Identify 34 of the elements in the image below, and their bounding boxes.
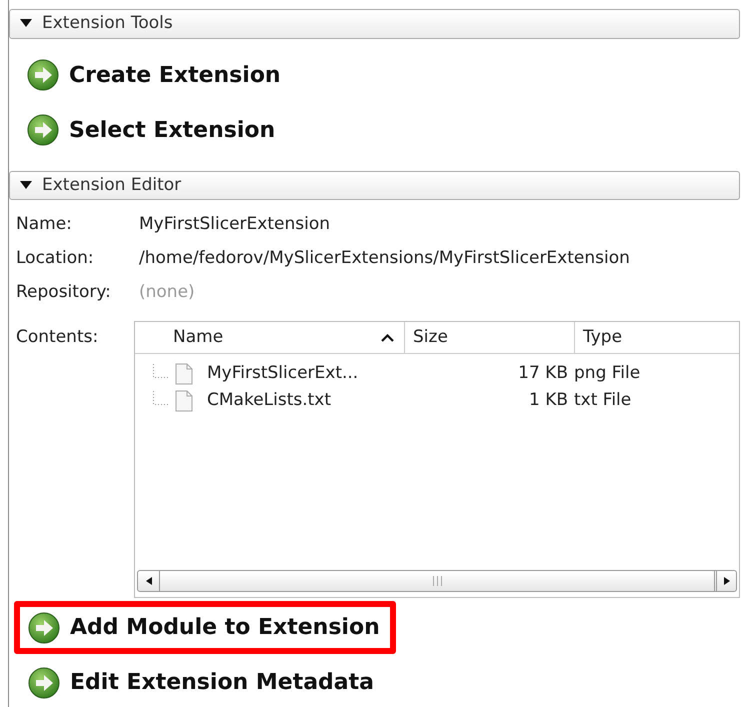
expand-icon xyxy=(20,19,32,28)
tree-line xyxy=(153,364,169,378)
file-name[interactable]: CMakeLists.txt xyxy=(207,388,332,414)
field-label: Repository: xyxy=(16,280,112,304)
action-button[interactable]: Edit Extension Metadata xyxy=(14,658,374,707)
file-icon xyxy=(175,362,193,384)
file-name[interactable]: MyFirstSlicerExt... xyxy=(207,360,358,386)
section-header[interactable]: Extension Editor xyxy=(9,170,740,200)
file-size: 1 KB xyxy=(528,388,568,412)
column-header[interactable]: Type xyxy=(574,322,739,353)
section-header[interactable]: Extension Tools xyxy=(9,9,740,38)
file-icon xyxy=(175,390,193,412)
field-label: Location: xyxy=(16,246,95,270)
field-value: /home/fedorov/MySlicerExtensions/MyFirstSlicerExtension xyxy=(139,246,630,270)
field-value: (none) xyxy=(139,280,195,304)
file-tree[interactable]: Name Size Type MyFirstSlicerExt... 17 KB png File CMakeLists.txt 1 KB txt File xyxy=(134,321,740,598)
field-label: Name: xyxy=(16,212,73,236)
file-type: png File xyxy=(574,362,640,383)
sort-icon xyxy=(381,334,394,342)
tree-line xyxy=(153,390,169,405)
file-type: txt File xyxy=(574,390,632,410)
action-button[interactable]: Add Module to Extension xyxy=(14,601,396,654)
scroll-grip-icon xyxy=(432,576,442,586)
column-header[interactable]: Size xyxy=(404,322,574,353)
field-value: MyFirstSlicerExtension xyxy=(139,212,330,236)
scroll-right-icon[interactable] xyxy=(724,577,730,585)
file-size: 17 KB xyxy=(518,362,568,385)
scroll-left-icon[interactable] xyxy=(146,577,152,585)
action-button[interactable]: Select Extension xyxy=(13,106,276,154)
expand-icon xyxy=(20,180,32,190)
field-label: Contents: xyxy=(16,326,100,349)
action-button[interactable]: Create Extension xyxy=(13,50,281,100)
horizontal-scrollbar[interactable] xyxy=(137,570,737,592)
column-header[interactable]: Name xyxy=(135,322,404,353)
